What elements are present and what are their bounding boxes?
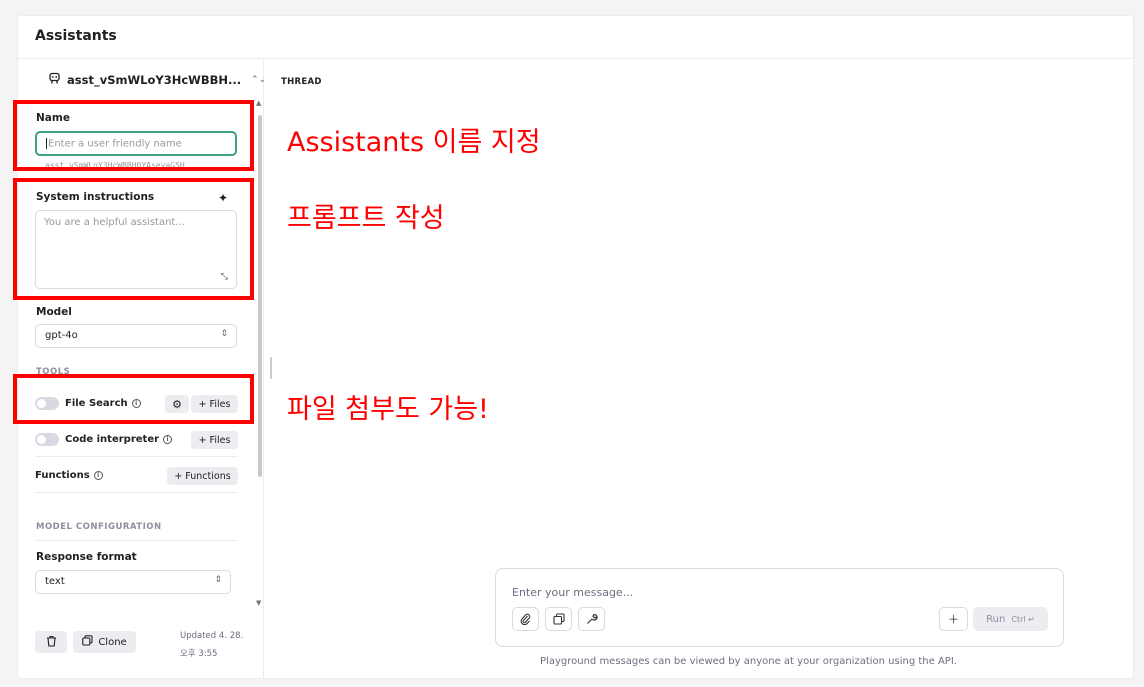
file-annotation: 파일 첨부도 가능! — [287, 394, 489, 425]
page-title: Assistants — [35, 28, 117, 44]
scroll-down-arrow[interactable]: ▼ — [256, 599, 261, 607]
chevron-updown-icon: ⇕ — [214, 575, 222, 585]
code-interpreter-toggle[interactable] — [35, 433, 59, 446]
response-format-label: Response format — [36, 551, 137, 563]
robot-icon — [48, 72, 61, 88]
chevron-updown-icon: ⌃⌄ — [251, 75, 267, 85]
wrench-icon[interactable] — [578, 607, 605, 631]
info-icon[interactable]: i — [163, 435, 173, 444]
disclaimer-text: Playground messages can be viewed by any… — [540, 656, 957, 667]
message-input[interactable]: Enter your message... — [512, 586, 633, 599]
plus-icon[interactable]: ＋ — [939, 607, 968, 631]
name-annotation: Assistants 이름 지정 — [287, 127, 541, 158]
file-search-highlight-box — [13, 374, 254, 424]
code-interpreter-files-button[interactable]: + Files — [191, 431, 238, 449]
info-icon[interactable]: i — [93, 471, 103, 480]
instructions-highlight-box — [13, 178, 254, 300]
add-function-button[interactable]: + Functions — [167, 467, 238, 485]
trash-icon — [46, 635, 57, 650]
model-label: Model — [36, 306, 72, 318]
assistant-selector-label: asst_vSmWLoY3HcWBBH... — [67, 73, 242, 87]
clone-button[interactable]: Clone — [73, 631, 136, 653]
prompt-annotation: 프롬프트 작성 — [287, 203, 445, 234]
thread-label: THREAD — [281, 77, 322, 87]
assistant-selector[interactable]: asst_vSmWLoY3HcWBBH... ⌃⌄ — [48, 72, 266, 88]
functions-row: Functions i + Functions — [35, 459, 238, 493]
functions-label: Functions — [35, 470, 90, 481]
image-icon[interactable] — [545, 607, 572, 631]
paperclip-icon[interactable] — [512, 607, 539, 631]
model-select[interactable]: gpt-4o ⇕ — [35, 324, 237, 348]
code-interpreter-label: Code interpreter — [65, 434, 160, 445]
chevron-updown-icon: ⇕ — [220, 329, 228, 339]
message-composer[interactable]: Enter your message... ＋ Run Ctrl ↵ — [495, 568, 1064, 647]
model-configuration-title: MODEL CONFIGURATION — [36, 522, 238, 541]
copy-icon — [82, 635, 93, 649]
delete-button[interactable] — [35, 631, 67, 653]
resize-handle[interactable] — [270, 357, 272, 379]
name-highlight-box — [13, 100, 254, 171]
code-interpreter-row: Code interpreter i + Files — [35, 423, 238, 457]
response-format-select[interactable]: text ⇕ — [35, 570, 231, 594]
sidebar-scrollbar[interactable] — [258, 115, 262, 477]
scroll-up-arrow[interactable]: ▲ — [256, 99, 261, 107]
run-button[interactable]: Run Ctrl ↵ — [973, 607, 1048, 631]
header: Assistants — [18, 16, 1133, 59]
